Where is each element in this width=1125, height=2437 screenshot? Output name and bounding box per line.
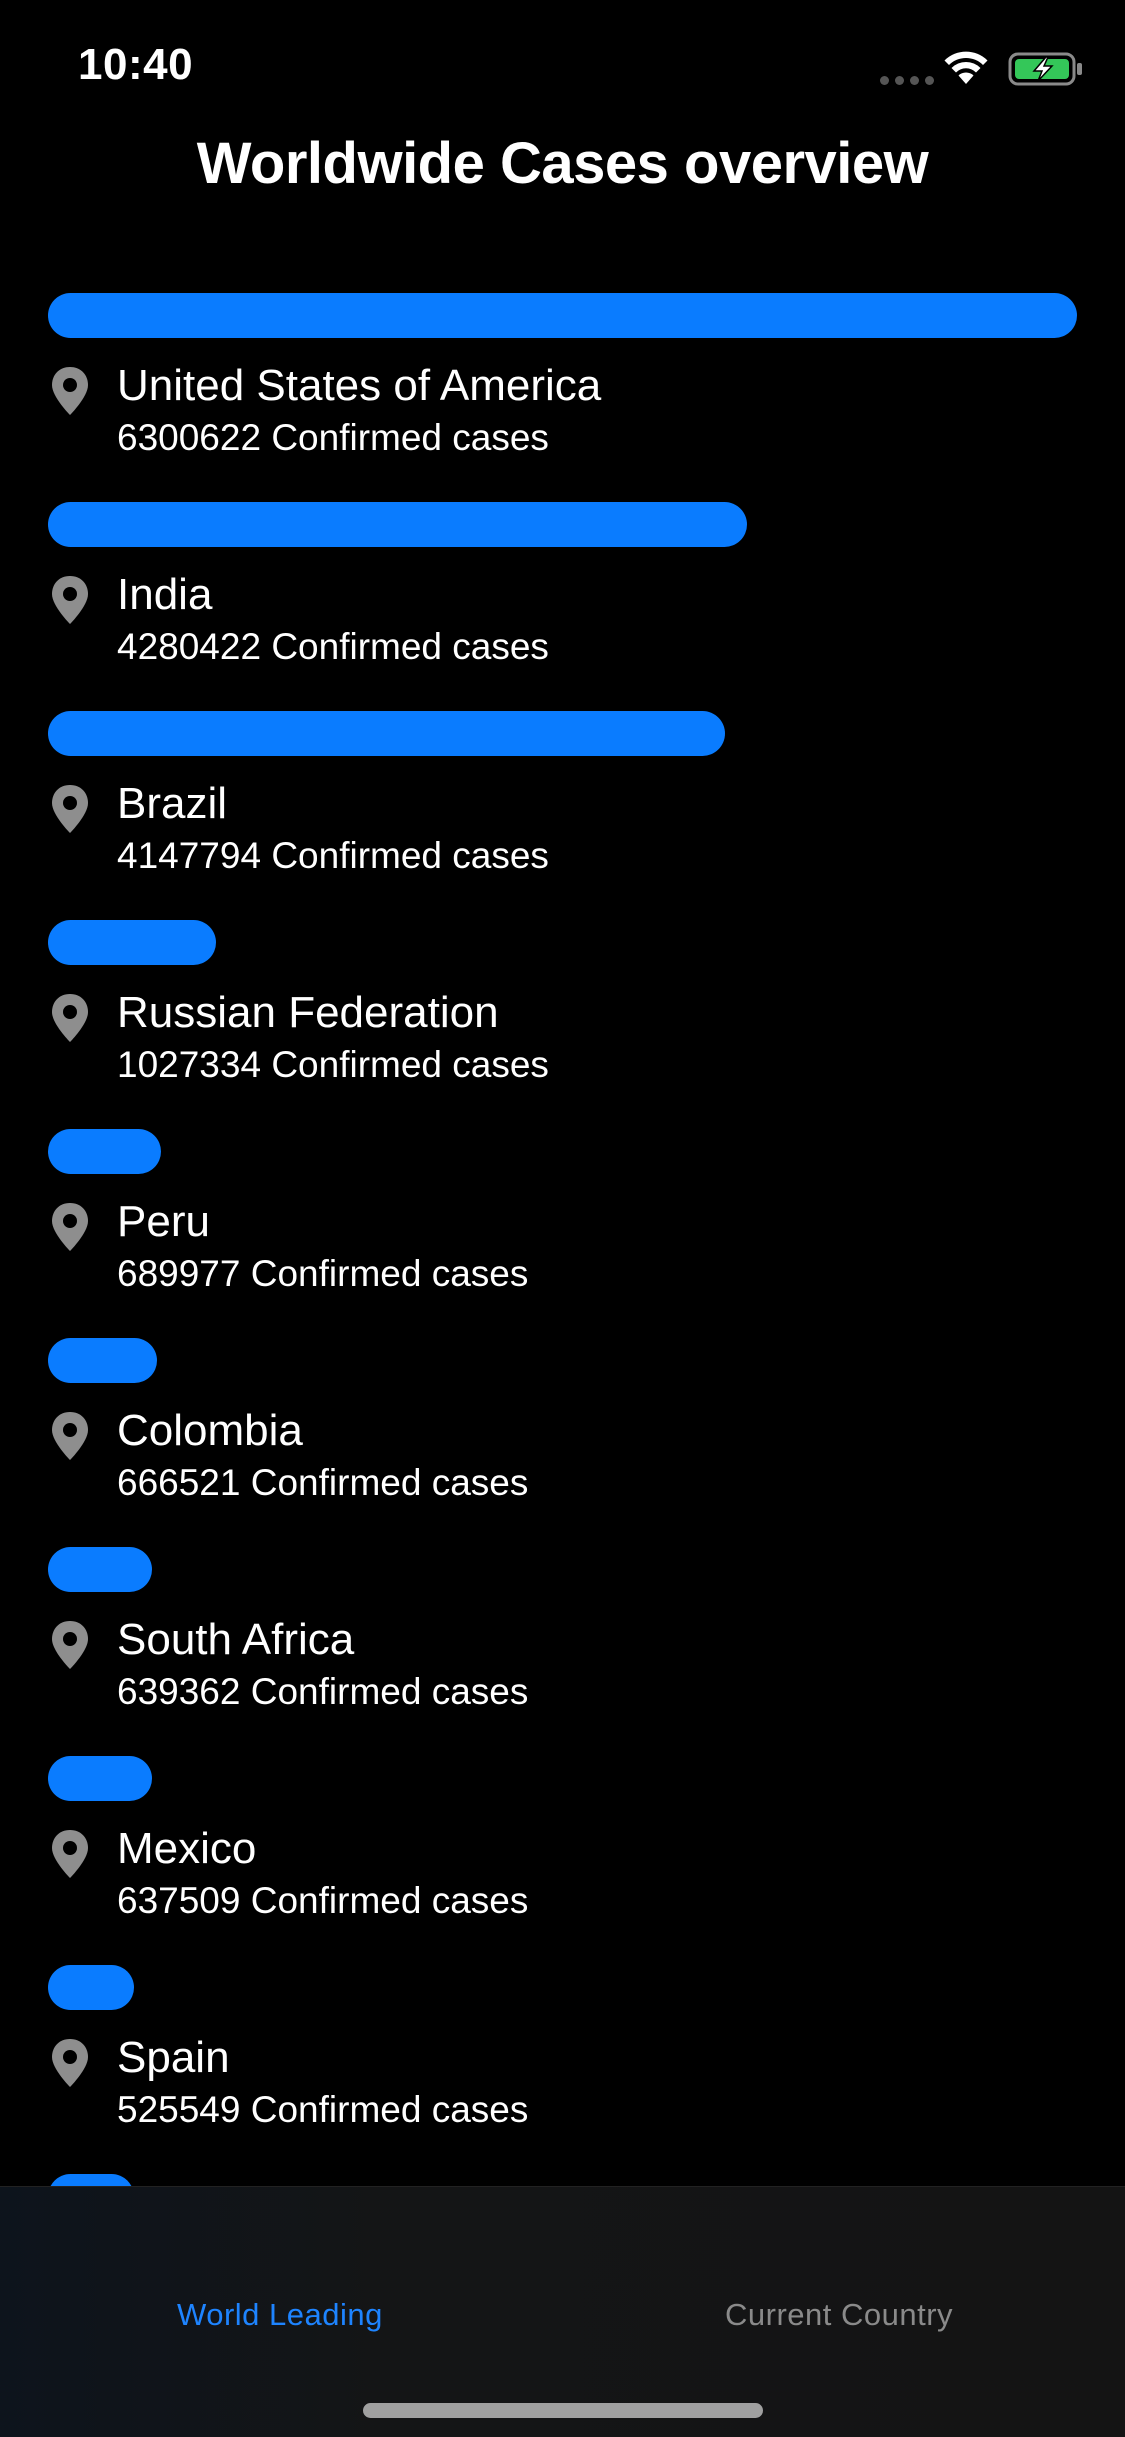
cases-bar (48, 1129, 161, 1174)
location-pin-icon (52, 2039, 88, 2087)
location-pin-icon (52, 785, 88, 833)
country-name: India (117, 570, 213, 619)
cases-bar (48, 1547, 152, 1592)
cases-bar (48, 920, 216, 965)
location-pin-icon (52, 994, 88, 1042)
country-name: Peru (117, 1197, 210, 1246)
location-pin-icon (52, 576, 88, 624)
cases-bar (48, 2174, 134, 2186)
country-name: Russian Federation (117, 988, 499, 1037)
confirmed-cases: 4280422 Confirmed cases (117, 626, 549, 667)
country-name: South Africa (117, 1615, 355, 1664)
wifi-icon (944, 51, 988, 84)
list-item[interactable]: South Africa 639362 Confirmed cases (0, 1547, 1125, 1757)
tab-world-leading[interactable]: World Leading (177, 2297, 383, 2333)
location-pin-icon (52, 1412, 88, 1460)
confirmed-cases: 6300622 Confirmed cases (117, 417, 549, 458)
cases-bar (48, 711, 725, 756)
location-pin-icon (52, 1203, 88, 1251)
location-pin-icon (52, 1621, 88, 1669)
list-item[interactable] (0, 2174, 1125, 2186)
list-item[interactable]: Mexico 637509 Confirmed cases (0, 1756, 1125, 1966)
cases-bar (48, 1338, 157, 1383)
page-title: Worldwide Cases overview (196, 131, 929, 196)
cases-bar (48, 1965, 134, 2010)
confirmed-cases: 4147794 Confirmed cases (117, 835, 549, 876)
list-item[interactable]: United States of America 6300622 Confirme… (0, 293, 1125, 503)
confirmed-cases: 666521 Confirmed cases (117, 1462, 529, 1503)
country-name: Brazil (117, 779, 228, 828)
confirmed-cases: 1027334 Confirmed cases (117, 1044, 549, 1085)
list-item[interactable]: Colombia 666521 Confirmed cases (0, 1338, 1125, 1548)
list-item[interactable]: Brazil 4147794 Confirmed cases (0, 711, 1125, 921)
list-item[interactable]: India 4280422 Confirmed cases (0, 502, 1125, 712)
location-pin-icon (52, 367, 88, 415)
country-name: United States of America (117, 361, 602, 410)
country-name: Colombia (117, 1406, 303, 1455)
confirmed-cases: 639362 Confirmed cases (117, 1671, 529, 1712)
country-name: Spain (117, 2033, 230, 2082)
country-name: Mexico (117, 1824, 257, 1873)
confirmed-cases: 525549 Confirmed cases (117, 2089, 529, 2130)
confirmed-cases: 689977 Confirmed cases (117, 1253, 529, 1294)
status-time: 10:40 (78, 40, 194, 89)
home-indicator[interactable] (363, 2403, 763, 2418)
confirmed-cases: 637509 Confirmed cases (117, 1880, 529, 1921)
battery-charging-icon (1008, 52, 1082, 86)
list-item[interactable]: Russian Federation 1027334 Confirmed case… (0, 920, 1125, 1130)
cellular-signal-icon (880, 76, 934, 85)
tab-current-country[interactable]: Current Country (725, 2297, 953, 2333)
list-item[interactable]: Spain 525549 Confirmed cases (0, 1965, 1125, 2175)
country-list[interactable]: United States of America 6300622 Confirme… (0, 293, 1125, 2186)
location-pin-icon (52, 1830, 88, 1878)
cases-bar (48, 293, 1077, 338)
tab-bar: World Leading Current Country (0, 2186, 1125, 2437)
status-bar: 10:40 (0, 0, 1125, 140)
list-item[interactable]: Peru 689977 Confirmed cases (0, 1129, 1125, 1339)
cases-bar (48, 1756, 152, 1801)
cases-bar (48, 502, 747, 547)
